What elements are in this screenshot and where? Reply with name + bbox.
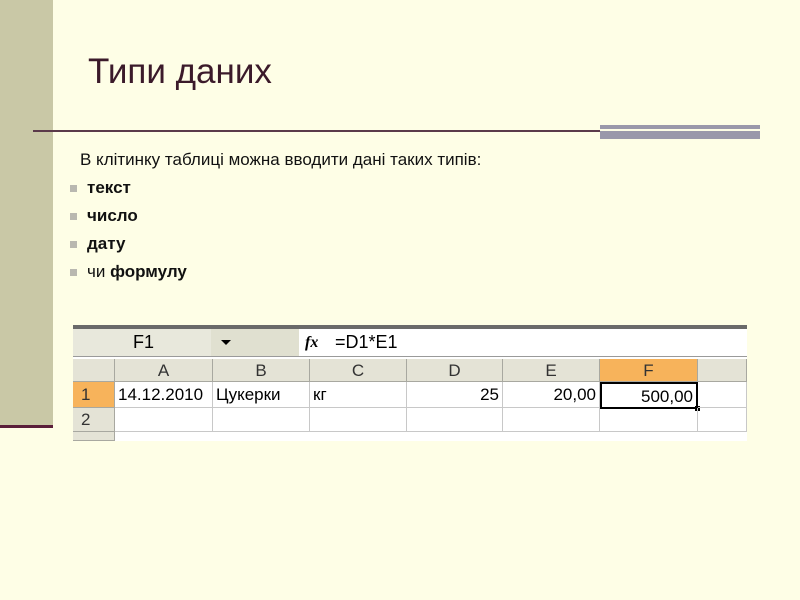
name-box[interactable]: F1	[73, 329, 211, 356]
column-header-f[interactable]: F	[600, 359, 698, 382]
bullet-text: число	[87, 206, 138, 225]
cell-f2[interactable]	[600, 408, 698, 432]
cell-b2[interactable]	[213, 408, 310, 432]
data-types-list: текст число дату чи формулу	[60, 174, 187, 286]
bullet-text: текст	[87, 178, 131, 197]
name-box-dropdown[interactable]	[211, 329, 299, 356]
slide-title: Типи даних	[88, 52, 272, 91]
bullet-icon	[70, 185, 77, 192]
column-header-g[interactable]	[698, 359, 747, 382]
cell-a2[interactable]	[115, 408, 213, 432]
cell-c2[interactable]	[310, 408, 407, 432]
formula-input[interactable]: =D1*E1	[335, 329, 398, 356]
cell-f1-selected[interactable]: 500,00	[600, 382, 698, 409]
list-item: число	[60, 202, 187, 230]
list-item: дату	[60, 230, 187, 258]
bullet-prefix: чи	[87, 262, 111, 281]
intro-text: В клітинку таблиці можна вводити дані та…	[80, 150, 482, 169]
side-bar	[0, 0, 53, 425]
list-item: чи формулу	[60, 258, 187, 286]
list-item: текст	[60, 174, 187, 202]
title-divider-accent	[600, 125, 760, 139]
cell-e2[interactable]	[503, 408, 600, 432]
fx-icon[interactable]: fx	[305, 329, 318, 356]
column-header-b[interactable]: B	[213, 359, 310, 382]
column-header-c[interactable]: C	[310, 359, 407, 382]
cell-b1[interactable]: Цукерки	[213, 382, 310, 408]
cell-d1[interactable]: 25	[407, 382, 503, 408]
cell-c1[interactable]: кг	[310, 382, 407, 408]
bullet-icon	[70, 241, 77, 248]
cell-g2[interactable]	[698, 408, 747, 432]
cell-g1[interactable]	[698, 382, 747, 408]
bullet-text: формулу	[110, 262, 187, 281]
bullet-icon	[70, 269, 77, 276]
row-header-1[interactable]: 1	[73, 382, 115, 408]
select-all-corner[interactable]	[73, 359, 115, 382]
column-header-d[interactable]: D	[407, 359, 503, 382]
side-bar-accent-line	[0, 425, 53, 428]
formula-bar: F1 fx =D1*E1	[73, 329, 747, 357]
bullet-text: дату	[87, 234, 126, 253]
cell-d2[interactable]	[407, 408, 503, 432]
title-divider	[33, 130, 600, 132]
row-header-3[interactable]	[73, 432, 115, 441]
row-header-2[interactable]: 2	[73, 408, 115, 432]
bullet-icon	[70, 213, 77, 220]
cell-a1[interactable]: 14.12.2010	[115, 382, 213, 408]
column-header-e[interactable]: E	[503, 359, 600, 382]
spreadsheet-screenshot: F1 fx =D1*E1 A B C D E F 1 14.12.2010 Цу…	[73, 325, 747, 441]
cell-e1[interactable]: 20,00	[503, 382, 600, 408]
column-header-a[interactable]: A	[115, 359, 213, 382]
chevron-down-icon	[221, 340, 231, 345]
